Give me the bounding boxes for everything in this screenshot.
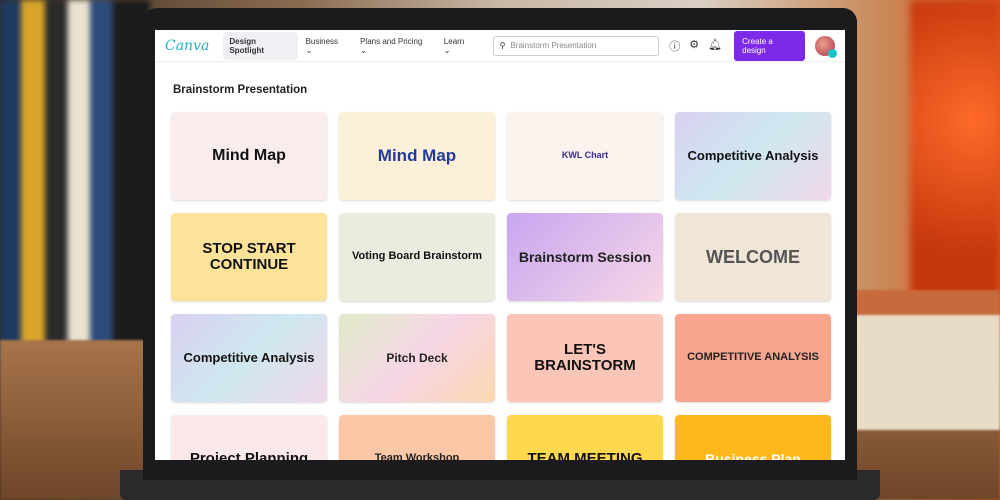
template-card[interactable]: LET'S BRAINSTORM <box>507 314 663 402</box>
template-title: Brainstorm Session <box>518 248 652 265</box>
template-card[interactable]: Team Workshop <box>339 415 495 460</box>
template-grid: Mind Map Mind Map KWL Chart Competitive Ana… <box>171 112 831 460</box>
page-title: Brainstorm Presentation <box>173 84 308 96</box>
bell-icon[interactable]: 🔔︎ <box>708 38 722 54</box>
template-title: Mind Map <box>212 146 286 164</box>
template-title: LET'S BRAINSTORM <box>534 341 636 374</box>
nav-design-spotlight[interactable]: Design Spotlight <box>223 31 298 60</box>
nav-learn[interactable]: Learn ⌄ <box>444 37 473 55</box>
canva-window: Canva Design Spotlight Business ⌄ Plans … <box>155 30 845 460</box>
background-book <box>855 290 1000 430</box>
template-card[interactable]: KWL Chart <box>507 112 663 200</box>
template-title: Voting Board Brainstorm <box>352 250 482 263</box>
template-card[interactable]: Competitive Analysis <box>171 314 327 402</box>
template-card[interactable]: Business Plan <box>675 415 831 460</box>
search-input[interactable]: ⚲ Brainstorm Presentation <box>492 35 660 56</box>
nav-business[interactable]: Business ⌄ <box>306 37 347 55</box>
nav-label: Learn <box>443 36 465 46</box>
search-icon: ⚲ <box>499 41 506 50</box>
top-nav: Canva Design Spotlight Business ⌄ Plans … <box>155 30 845 62</box>
search-placeholder: Brainstorm Presentation <box>510 41 597 50</box>
template-card[interactable]: COMPETITIVE ANALYSIS <box>675 314 831 402</box>
gear-icon[interactable]: ⚙ <box>689 38 699 54</box>
template-card[interactable]: TEAM MEETING <box>507 415 663 460</box>
template-title: Business Plan <box>705 450 801 460</box>
nav-label: Business <box>305 36 339 46</box>
template-card[interactable]: Voting Board Brainstorm <box>339 213 495 301</box>
template-title: Competitive Analysis <box>183 350 315 366</box>
chevron-down-icon: ⌄ <box>305 45 313 55</box>
chevron-down-icon: ⌄ <box>443 45 451 55</box>
template-card[interactable]: WELCOME <box>675 213 831 301</box>
template-card[interactable]: Competitive Analysis <box>675 112 831 200</box>
chevron-down-icon: ⌄ <box>360 45 367 55</box>
template-title: Project Planning <box>189 450 309 460</box>
template-title: KWL Chart <box>561 150 609 161</box>
template-card[interactable]: Brainstorm Session <box>507 213 663 301</box>
template-title: Mind Map <box>377 146 457 166</box>
background-object <box>910 0 1000 300</box>
avatar[interactable] <box>815 35 837 58</box>
template-title: WELCOME <box>706 246 800 267</box>
template-card[interactable]: STOP START CONTINUE <box>171 213 327 301</box>
canva-logo[interactable]: Canva <box>165 38 209 54</box>
template-card[interactable]: Mind Map <box>171 112 327 200</box>
template-title: Pitch Deck <box>386 350 448 365</box>
template-card[interactable]: Mind Map <box>339 112 495 200</box>
create-design-button[interactable]: Create a design <box>734 30 806 61</box>
template-card[interactable]: Pitch Deck <box>339 314 495 402</box>
template-card[interactable]: Project Planning <box>171 415 327 460</box>
template-title: STOP START CONTINUE <box>202 240 296 273</box>
nav-plans-pricing[interactable]: Plans and Pricing ⌄ <box>360 37 430 55</box>
template-title: Competitive Analysis <box>687 148 819 164</box>
template-title: COMPETITIVE ANALYSIS <box>687 351 819 364</box>
nav-label: Plans and Pricing <box>360 36 423 46</box>
template-title: Team Workshop <box>374 452 460 460</box>
background-bookshelf <box>0 0 150 360</box>
template-title: TEAM MEETING <box>527 450 643 460</box>
help-icon[interactable]: ⓘ <box>669 38 680 54</box>
